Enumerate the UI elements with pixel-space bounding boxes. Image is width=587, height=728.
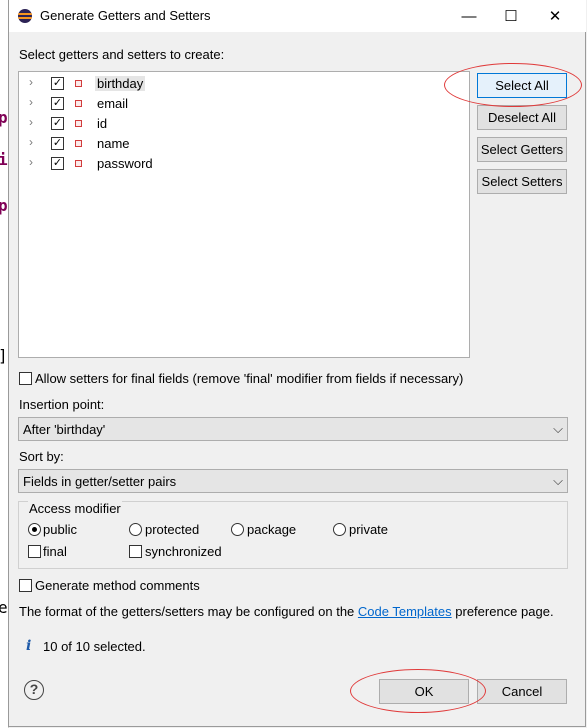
chevron-down-icon: ⌵ bbox=[553, 421, 563, 436]
maximize-button[interactable]: ☐ bbox=[488, 0, 534, 32]
tree-row[interactable]: › ✓ name bbox=[19, 134, 469, 154]
code-templates-link[interactable]: Code Templates bbox=[358, 604, 452, 619]
templates-note: The format of the getters/setters may be… bbox=[19, 604, 554, 619]
field-checkbox[interactable]: ✓ bbox=[51, 77, 64, 90]
field-checkbox[interactable]: ✓ bbox=[51, 137, 64, 150]
field-name: name bbox=[97, 136, 130, 151]
field-icon bbox=[75, 120, 82, 127]
templates-note-suffix: preference page. bbox=[455, 604, 554, 619]
fields-label: Select getters and setters to create: bbox=[19, 47, 225, 62]
insertion-point-value: After 'birthday' bbox=[23, 422, 106, 437]
field-checkbox[interactable]: ✓ bbox=[51, 97, 64, 110]
field-name: email bbox=[97, 96, 129, 111]
radio-public-label: public bbox=[43, 522, 77, 537]
field-checkbox[interactable]: ✓ bbox=[51, 157, 64, 170]
tree-row[interactable]: › ✓ id bbox=[19, 114, 469, 134]
chevron-right-icon[interactable]: › bbox=[29, 75, 33, 89]
allow-setters-final-checkbox[interactable] bbox=[19, 372, 32, 385]
editor-glyph: p bbox=[0, 196, 8, 215]
editor-glyph: e bbox=[0, 598, 8, 617]
editor-glyph: i bbox=[0, 150, 8, 169]
radio-package-label: package bbox=[247, 522, 297, 537]
field-name: birthday bbox=[95, 76, 146, 91]
window-title: Generate Getters and Setters bbox=[40, 8, 211, 23]
radio-protected-label: protected bbox=[145, 522, 200, 537]
status-text: 10 of 10 selected. bbox=[43, 639, 146, 654]
field-icon bbox=[75, 160, 82, 167]
info-icon: i bbox=[26, 638, 32, 654]
field-checkbox[interactable]: ✓ bbox=[51, 117, 64, 130]
radio-public[interactable] bbox=[28, 523, 41, 536]
radio-protected[interactable] bbox=[129, 523, 142, 536]
allow-setters-final-label: Allow setters for final fields (remove '… bbox=[35, 371, 464, 386]
field-name: password bbox=[97, 156, 153, 171]
chevron-right-icon[interactable]: › bbox=[29, 115, 33, 129]
generate-comments-checkbox[interactable] bbox=[19, 579, 32, 592]
editor-glyph: p bbox=[0, 108, 8, 127]
insertion-point-label: Insertion point: bbox=[19, 397, 105, 412]
tree-row[interactable]: › ✓ email bbox=[19, 94, 469, 114]
eclipse-icon bbox=[18, 9, 32, 23]
field-name: id bbox=[97, 116, 108, 131]
field-icon bbox=[75, 80, 82, 87]
final-checkbox[interactable] bbox=[28, 545, 41, 558]
final-label: final bbox=[43, 544, 67, 559]
sort-by-label: Sort by: bbox=[19, 449, 64, 464]
select-getters-button[interactable]: Select Getters bbox=[477, 137, 567, 162]
ok-button[interactable]: OK bbox=[379, 679, 469, 704]
radio-private-label: private bbox=[349, 522, 389, 537]
tree-row[interactable]: › ✓ birthday bbox=[19, 74, 469, 94]
chevron-right-icon[interactable]: › bbox=[29, 95, 33, 109]
radio-private[interactable] bbox=[333, 523, 346, 536]
synchronized-label: synchronized bbox=[145, 544, 222, 559]
deselect-all-button[interactable]: Deselect All bbox=[477, 105, 567, 130]
cancel-button[interactable]: Cancel bbox=[477, 679, 567, 704]
editor-glyph: ] bbox=[0, 346, 8, 365]
chevron-right-icon[interactable]: › bbox=[29, 135, 33, 149]
chevron-down-icon: ⌵ bbox=[553, 473, 563, 488]
sort-by-select[interactable]: Fields in getter/setter pairs ⌵ bbox=[18, 469, 568, 493]
field-icon bbox=[75, 100, 82, 107]
field-icon bbox=[75, 140, 82, 147]
sort-by-value: Fields in getter/setter pairs bbox=[23, 474, 177, 489]
synchronized-checkbox[interactable] bbox=[129, 545, 142, 558]
generate-comments-label: Generate method comments bbox=[35, 578, 200, 593]
close-button[interactable]: ✕ bbox=[532, 0, 578, 32]
minimize-button[interactable]: — bbox=[446, 0, 492, 32]
help-icon[interactable]: ? bbox=[24, 680, 44, 700]
access-modifier-title: Access modifier bbox=[28, 501, 122, 516]
tree-row[interactable]: › ✓ password bbox=[19, 154, 469, 174]
select-all-button[interactable]: Select All bbox=[477, 73, 567, 98]
fields-tree[interactable]: › ✓ birthday › ✓ email › ✓ id › ✓ name › ✓ password bbox=[18, 71, 470, 358]
templates-note-prefix: The format of the getters/setters may be… bbox=[19, 604, 355, 619]
chevron-right-icon[interactable]: › bbox=[29, 155, 33, 169]
insertion-point-select[interactable]: After 'birthday' ⌵ bbox=[18, 417, 568, 441]
radio-package[interactable] bbox=[231, 523, 244, 536]
select-setters-button[interactable]: Select Setters bbox=[477, 169, 567, 194]
